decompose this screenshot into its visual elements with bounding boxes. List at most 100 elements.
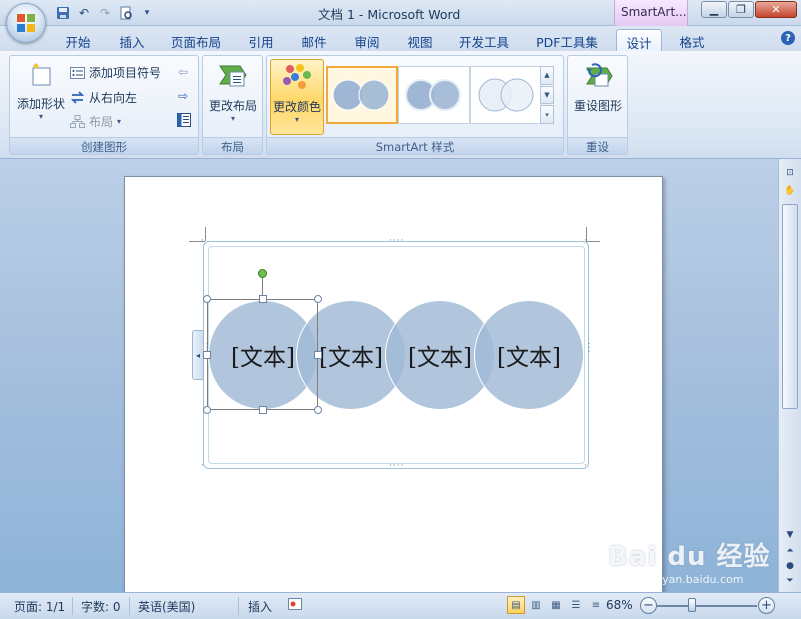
group-create-graphic: 添加形状 ▾ 添加项目符号 从右向左 布局 ▾ ⇦ ⇨ 创建图形 xyxy=(9,55,199,155)
style-option-3[interactable] xyxy=(470,66,542,124)
scroll-down-icon[interactable]: ▼ xyxy=(782,527,798,542)
change-layout-dropdown-icon: ▾ xyxy=(230,114,235,123)
status-separator xyxy=(72,597,73,615)
frame-corner-grip[interactable]: · xyxy=(584,236,588,246)
change-layout-label: 更改布局 xyxy=(208,99,257,113)
zoom-level[interactable]: 68% xyxy=(606,598,633,612)
tab-references[interactable]: 引用 xyxy=(239,29,283,51)
previous-page-icon[interactable]: ⏶ xyxy=(782,543,798,558)
ribbon-tabs: 开始 插入 页面布局 引用 邮件 审阅 视图 开发工具 PDF工具集 设计 格式… xyxy=(0,26,801,51)
style-option-1[interactable] xyxy=(326,66,398,124)
right-to-left-label: 从右向左 xyxy=(89,91,138,105)
crop-mark xyxy=(205,227,206,241)
tab-developer[interactable]: 开发工具 xyxy=(451,29,517,51)
hand-icon[interactable]: ✋ xyxy=(782,183,798,198)
undo-icon[interactable]: ↶ xyxy=(75,4,93,22)
status-separator xyxy=(238,597,239,615)
zoom-slider-thumb[interactable] xyxy=(688,598,696,612)
scroll-thumb[interactable] xyxy=(782,204,798,409)
change-layout-button[interactable]: 更改布局 ▾ xyxy=(206,62,260,123)
text-pane-icon xyxy=(177,113,191,127)
tab-design[interactable]: 设计 xyxy=(616,29,662,51)
gallery-down-icon[interactable]: ▼ xyxy=(540,85,554,105)
restore-button[interactable]: ❐ xyxy=(728,1,754,18)
layout-button[interactable]: 布局 ▾ xyxy=(70,113,121,130)
help-icon[interactable]: ? xyxy=(781,31,795,45)
layout-dropdown-icon: ▾ xyxy=(117,117,122,126)
ruler-toggle-icon[interactable]: ⊡ xyxy=(782,165,798,180)
smartart-tools-label: SmartArt... xyxy=(614,0,688,26)
gallery-up-icon[interactable]: ▲ xyxy=(540,66,554,85)
demote-button[interactable]: ⇨ xyxy=(178,89,188,103)
promote-button[interactable]: ⇦ xyxy=(178,65,188,79)
style-option-2[interactable] xyxy=(398,66,470,124)
zoom-out-icon[interactable]: − xyxy=(640,597,657,614)
next-page-icon[interactable]: ⏷ xyxy=(782,573,798,588)
vertical-scrollbar[interactable]: ⊡ ✋ ▼ ⏶ ● ⏷ xyxy=(778,159,801,592)
full-screen-reading-icon[interactable]: ▥ xyxy=(527,596,545,614)
resize-handle-left[interactable] xyxy=(203,351,211,359)
resize-handle-top-right[interactable] xyxy=(314,295,322,303)
smartart-shape-4[interactable]: [文本] xyxy=(474,300,584,410)
minimize-button[interactable]: ▁ xyxy=(701,1,727,18)
zoom-slider[interactable] xyxy=(657,605,757,607)
redo-icon[interactable]: ↷ xyxy=(96,4,114,22)
language-indicator[interactable]: 英语(美国) xyxy=(138,598,195,615)
web-layout-icon[interactable]: ▦ xyxy=(547,596,565,614)
group-layouts-label: 布局 xyxy=(203,137,262,154)
group-create-graphic-label: 创建图形 xyxy=(10,137,198,154)
right-to-left-button[interactable]: 从右向左 xyxy=(70,89,137,106)
frame-corner-grip[interactable]: · xyxy=(584,461,588,471)
frame-grip-right[interactable]: ··· xyxy=(583,342,593,354)
macro-record-icon[interactable] xyxy=(288,598,302,613)
group-smartart-styles-label: SmartArt 样式 xyxy=(267,137,563,154)
tab-pdf-tools[interactable]: PDF工具集 xyxy=(528,29,606,51)
office-button[interactable] xyxy=(6,3,46,43)
change-colors-button[interactable]: 更改颜色 ▾ xyxy=(270,59,324,135)
rotation-handle[interactable] xyxy=(258,269,267,278)
tab-review[interactable]: 审阅 xyxy=(345,29,389,51)
resize-handle-top[interactable] xyxy=(259,295,267,303)
zoom-in-icon[interactable]: + xyxy=(758,597,775,614)
outline-view-icon[interactable]: ☰ xyxy=(567,596,585,614)
save-icon[interactable] xyxy=(54,4,72,22)
frame-corner-grip[interactable]: · xyxy=(201,236,205,246)
resize-handle-right[interactable] xyxy=(314,351,322,359)
change-colors-dropdown-icon: ▾ xyxy=(294,115,299,124)
insert-mode-indicator[interactable]: 插入 xyxy=(248,598,272,615)
quick-access-toolbar: ↶ ↷ ▾ xyxy=(54,3,156,23)
frame-grip-top[interactable]: ···· xyxy=(389,236,404,246)
tab-page-layout[interactable]: 页面布局 xyxy=(164,29,228,51)
word-count[interactable]: 字数: 0 xyxy=(81,598,121,615)
resize-handle-bottom-left[interactable] xyxy=(203,406,211,414)
browse-object-icon[interactable]: ● xyxy=(782,558,798,573)
text-pane-button[interactable] xyxy=(177,113,191,127)
tab-mailings[interactable]: 邮件 xyxy=(292,29,336,51)
document-page[interactable]: ◂ ···· ···· ··· ··· · · · · [文本] [文本] [文… xyxy=(124,176,663,592)
resize-handle-bottom-right[interactable] xyxy=(314,406,322,414)
add-bullet-button[interactable]: 添加项目符号 xyxy=(70,64,161,81)
close-button[interactable]: ✕ xyxy=(755,1,797,18)
print-preview-icon[interactable] xyxy=(117,4,135,22)
add-shape-button[interactable]: 添加形状 ▾ xyxy=(14,62,68,121)
frame-corner-grip[interactable]: · xyxy=(201,461,205,471)
draft-view-icon[interactable]: ≡ xyxy=(587,596,605,614)
tab-format[interactable]: 格式 xyxy=(670,29,714,51)
group-smartart-styles: 更改颜色 ▾ ▲ ▼ ▾ SmartArt 样式 xyxy=(266,55,564,155)
customize-toolbar-icon[interactable]: ▾ xyxy=(138,4,156,22)
document-title: 文档 1 - Microsoft Word xyxy=(318,7,461,22)
tab-home[interactable]: 开始 xyxy=(56,29,100,51)
resize-handle-top-left[interactable] xyxy=(203,295,211,303)
view-buttons: ▤ ▥ ▦ ☰ ≡ xyxy=(507,596,605,614)
frame-grip-bottom[interactable]: ···· xyxy=(389,461,404,471)
tab-view[interactable]: 视图 xyxy=(398,29,442,51)
crop-mark xyxy=(586,241,600,242)
print-layout-view-icon[interactable]: ▤ xyxy=(507,596,525,614)
status-bar: 页面: 1/1 字数: 0 英语(美国) 插入 ▤ ▥ ▦ ☰ ≡ 68% − … xyxy=(0,592,801,619)
tab-insert[interactable]: 插入 xyxy=(110,29,154,51)
gallery-more-icon[interactable]: ▾ xyxy=(540,105,554,125)
add-shape-dropdown-icon: ▾ xyxy=(38,112,43,121)
reset-graphic-button[interactable]: 重设图形 xyxy=(571,62,625,114)
page-indicator[interactable]: 页面: 1/1 xyxy=(14,598,65,615)
resize-handle-bottom[interactable] xyxy=(259,406,267,414)
